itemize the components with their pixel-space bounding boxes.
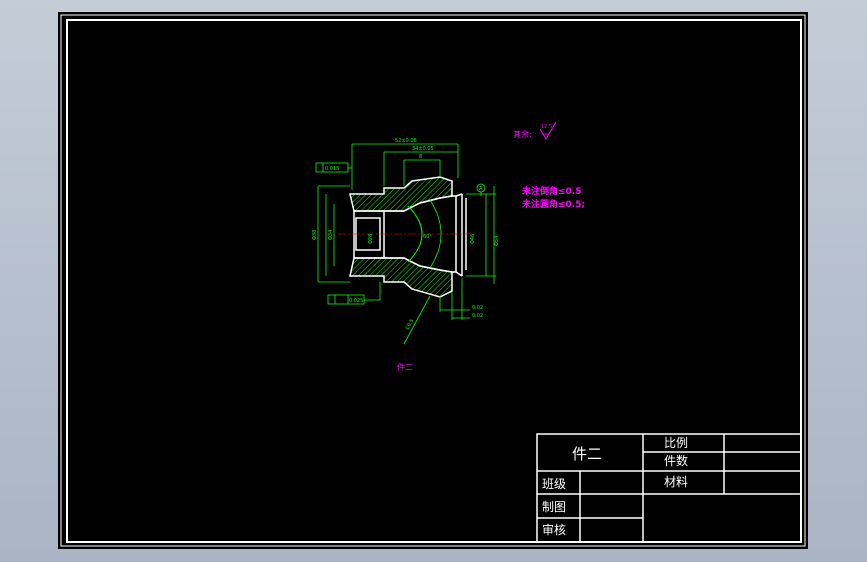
part-label: 件二 bbox=[397, 362, 413, 372]
dim-diam-left-outer: Φ38 bbox=[312, 230, 318, 240]
datum-label: A bbox=[479, 186, 483, 192]
gdt-top-value: 0.015 bbox=[325, 166, 339, 172]
gdt-bottom-value: 0.025 bbox=[349, 298, 363, 304]
dim-diam-left-inner: Φ34 bbox=[328, 230, 334, 240]
surface-finish-prefix: 其余: bbox=[513, 129, 532, 139]
title-reviewer-label: 审核 bbox=[542, 522, 566, 537]
dim-angle: 60° bbox=[423, 234, 432, 240]
drawing-sheet: 52±0.06 34±0.05 8 0.015 0.025 Φ38 Φ34 Φ2… bbox=[58, 12, 808, 549]
dim-diam-right-outer: Φ54 bbox=[494, 236, 500, 246]
title-material-label: 材料 bbox=[664, 475, 688, 489]
dim-diam-right-inner: Φ46 bbox=[470, 234, 476, 244]
title-scale-label: 比例 bbox=[664, 436, 688, 450]
dim-top-mid: 34±0.05 bbox=[412, 146, 434, 152]
note-chamfer: 未注倒角≤0.5 bbox=[521, 185, 582, 197]
dim-top-overall: 52±0.06 bbox=[395, 138, 417, 144]
note-fillet: 未注圆角≤0.5; bbox=[521, 198, 585, 210]
surface-finish-value: 12.5 bbox=[541, 124, 552, 130]
title-drafter-label: 制图 bbox=[542, 500, 566, 514]
dim-diam-bore: Φ28 bbox=[368, 234, 374, 244]
dim-right-b1: 0.02 bbox=[472, 305, 483, 311]
title-part-name: 件二 bbox=[572, 445, 602, 463]
title-quantity-label: 件数 bbox=[664, 453, 688, 468]
dim-right-b2: 0.02 bbox=[472, 313, 483, 319]
dim-top-short: 8 bbox=[419, 154, 422, 160]
title-class-label: 班级 bbox=[542, 477, 566, 491]
